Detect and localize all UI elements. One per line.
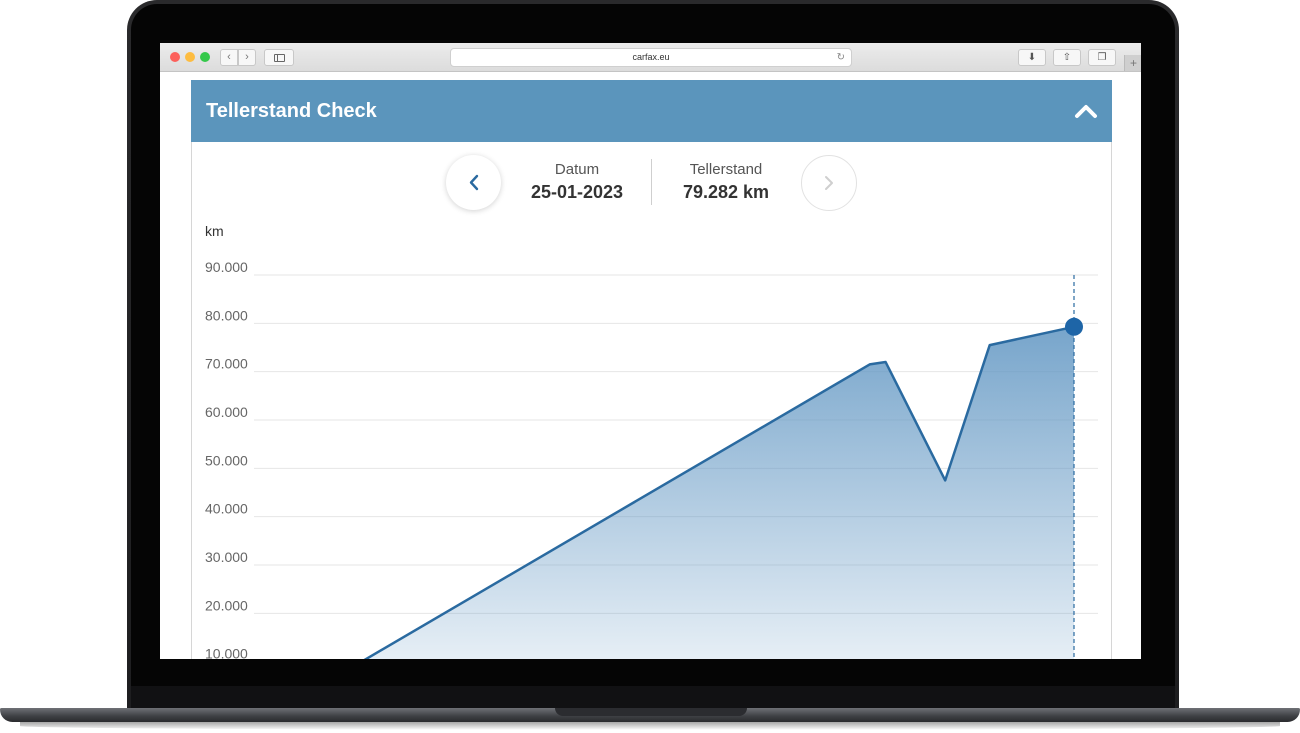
y-tick-label: 20.000 xyxy=(205,597,248,613)
forward-icon[interactable]: › xyxy=(238,49,256,66)
sidebar-icon[interactable] xyxy=(264,49,294,66)
browser-toolbar: ‹ › carfax.eu ↻ ⬇ ⇧ ❐ + xyxy=(160,43,1141,72)
back-icon[interactable]: ‹ xyxy=(220,49,238,66)
y-tick-label: 30.000 xyxy=(205,549,248,565)
y-tick-label: 60.000 xyxy=(205,404,248,420)
laptop-notch xyxy=(555,708,747,716)
download-icon[interactable]: ⬇ xyxy=(1018,49,1046,66)
y-axis-unit: km xyxy=(205,223,224,239)
url-text: carfax.eu xyxy=(632,52,670,62)
laptop-shadow xyxy=(20,722,1280,730)
laptop-chin xyxy=(131,686,1175,710)
reload-icon[interactable]: ↻ xyxy=(837,49,845,66)
odometer-card: Tellerstand Check Datum 25-01-2023 Telle… xyxy=(191,80,1112,659)
selected-point-marker[interactable] xyxy=(1065,317,1083,336)
odometer-chart: km 90.000 80.000 70.000 60.000 50.000 40.000 3… xyxy=(205,223,1098,659)
y-tick-label: 10.000 xyxy=(205,646,248,659)
series-area xyxy=(366,326,1074,659)
y-tick-label: 80.000 xyxy=(205,307,248,323)
new-tab-icon[interactable]: + xyxy=(1124,55,1141,71)
y-tick-label: 40.000 xyxy=(205,501,248,517)
address-bar[interactable]: carfax.eu ↻ xyxy=(450,48,852,67)
browser-window: ‹ › carfax.eu ↻ ⬇ ⇧ ❐ + Tellerstand Chec… xyxy=(160,43,1141,659)
y-tick-label: 70.000 xyxy=(205,356,248,372)
close-icon[interactable] xyxy=(170,52,180,62)
minimize-icon[interactable] xyxy=(185,52,195,62)
share-icon[interactable]: ⇧ xyxy=(1053,49,1081,66)
tabs-icon[interactable]: ❐ xyxy=(1088,49,1116,66)
maximize-icon[interactable] xyxy=(200,52,210,62)
y-tick-label: 90.000 xyxy=(205,259,248,275)
y-tick-label: 50.000 xyxy=(205,452,248,468)
